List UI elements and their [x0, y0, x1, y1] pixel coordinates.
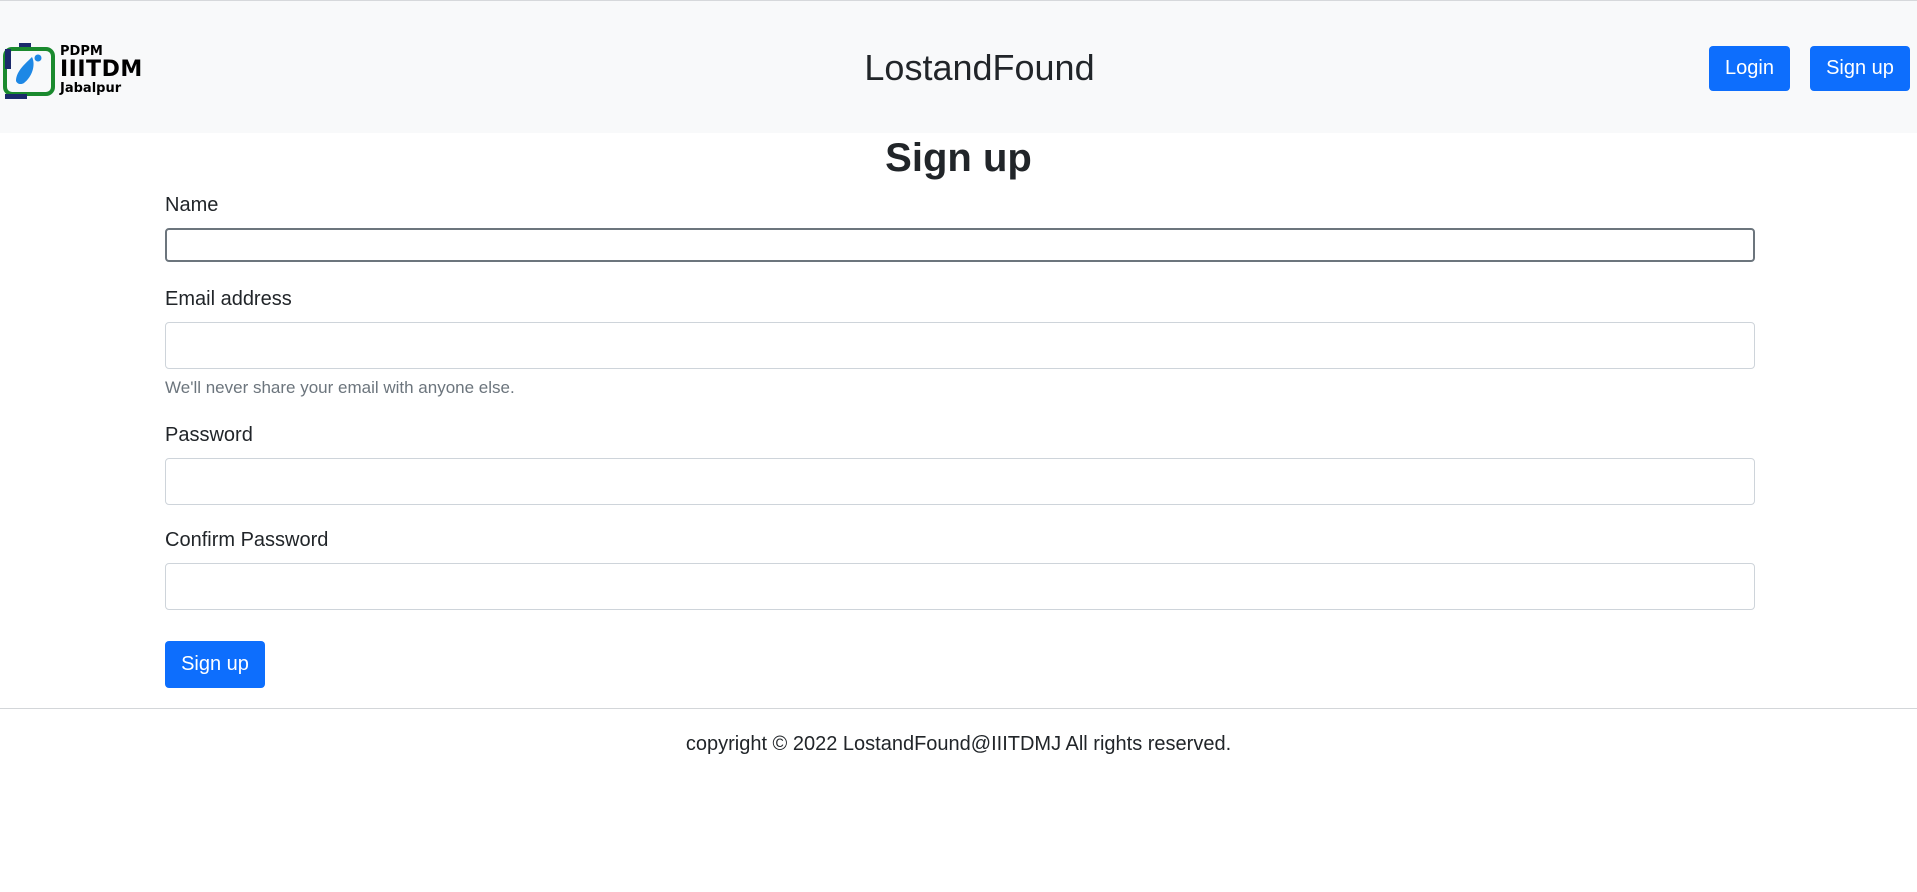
signup-submit-button[interactable]: Sign up	[165, 641, 265, 688]
name-label: Name	[165, 194, 219, 216]
confirm-password-label: Confirm Password	[165, 529, 329, 551]
password-field[interactable]	[165, 458, 1755, 505]
footer-copyright: copyright © 2022 LostandFound@IIITDMJ Al…	[685, 733, 1232, 755]
email-help-text: We'll never share your email with anyone…	[165, 378, 515, 397]
navbar: PDPM IIITDM Jabalpur LostandFound Login …	[0, 0, 1917, 133]
email-field[interactable]	[165, 322, 1755, 369]
login-button[interactable]: Login	[1709, 46, 1790, 91]
name-field[interactable]	[165, 228, 1755, 262]
footer-divider	[0, 708, 1917, 709]
signup-nav-button[interactable]: Sign up	[1810, 46, 1910, 91]
email-label: Email address	[165, 288, 292, 310]
page-title: Sign up	[885, 136, 1032, 180]
confirm-password-field[interactable]	[165, 563, 1755, 610]
password-label: Password	[165, 424, 253, 446]
signup-form: Name Email address We'll never share you…	[165, 194, 1755, 610]
site-title: LostandFound	[864, 47, 1095, 88]
